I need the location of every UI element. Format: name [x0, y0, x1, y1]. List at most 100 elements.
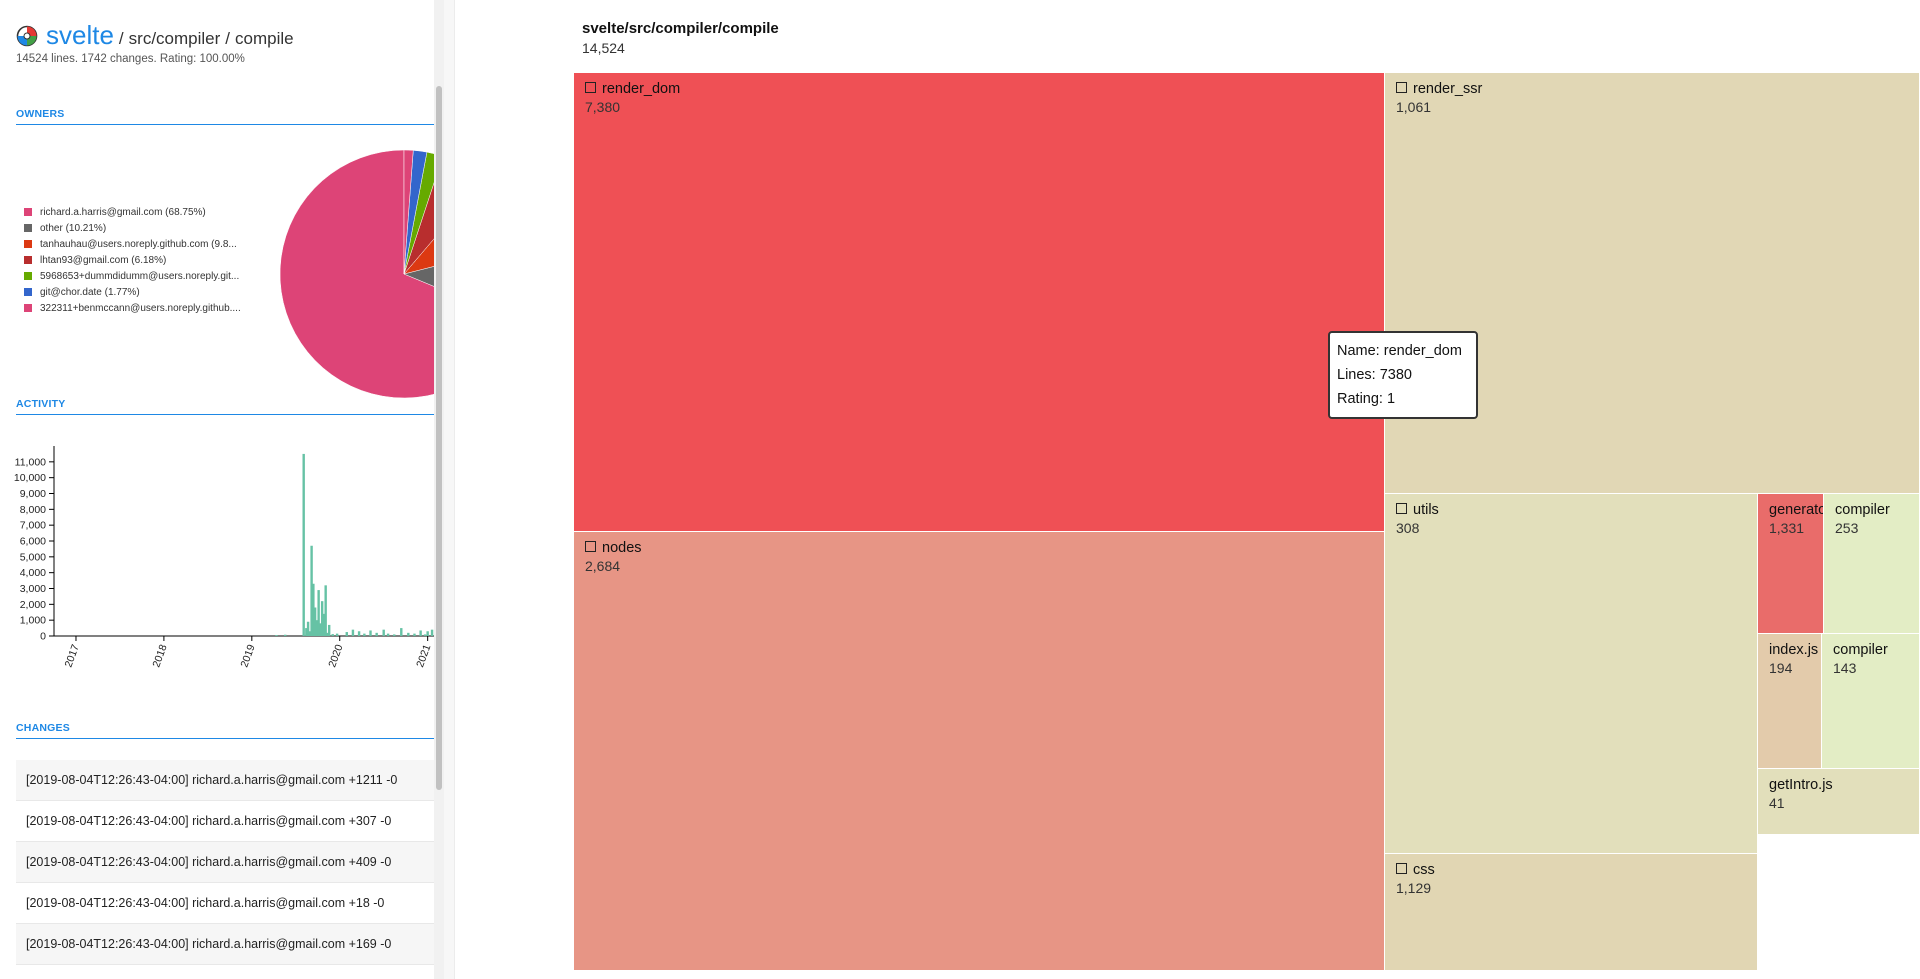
y-tick-label: 5,000	[20, 551, 46, 563]
changes-section-title: CHANGES	[16, 722, 434, 739]
cell-name: render_ssr	[1413, 81, 1483, 97]
legend-item: 5968653+dummdidumm@users.noreply.git...	[24, 268, 272, 284]
change-row[interactable]: [2019-08-04T12:26:43-04:00] richard.a.ha…	[16, 801, 434, 842]
legend-swatch	[24, 240, 32, 248]
treemap-cell-css[interactable]: css 1,129	[1385, 854, 1758, 971]
cell-name: compiler	[1833, 642, 1888, 658]
treemap-cell-index-js[interactable]: index.js 194	[1758, 634, 1822, 769]
cell-value: 253	[1835, 520, 1859, 536]
repo-summary: 14524 lines. 1742 changes. Rating: 100.0…	[16, 53, 245, 65]
activity-bar	[351, 629, 355, 636]
treemap-cell-compiler-2[interactable]: compiler 143	[1822, 634, 1920, 769]
y-tick-label: 2,000	[20, 599, 46, 611]
activity-bar	[357, 631, 361, 636]
y-tick-label: 8,000	[20, 504, 46, 516]
treemap-cell-generator[interactable]: generator 1,331	[1758, 494, 1824, 634]
activity-bar	[363, 633, 366, 636]
sidebar: svelte / src/compiler / compile 14524 li…	[0, 0, 435, 979]
legend-swatch	[24, 256, 32, 264]
activity-bar	[284, 634, 287, 636]
cell-value: 1,331	[1769, 520, 1805, 536]
cell-name: utils	[1413, 502, 1439, 518]
activity-bar	[382, 629, 385, 636]
cell-name: render_dom	[602, 81, 681, 97]
legend-label: 322311+benmccann@users.noreply.github...…	[40, 302, 241, 314]
panel-divider[interactable]	[444, 0, 455, 979]
activity-bar	[331, 634, 334, 636]
y-tick-label: 4,000	[20, 567, 46, 579]
activity-bar	[393, 634, 396, 636]
folder-icon	[1396, 503, 1407, 514]
treemap: render_dom 7,380 nodes 2,684 render_ssr …	[574, 73, 1920, 971]
cell-value: 41	[1769, 795, 1785, 811]
legend-swatch	[24, 208, 32, 216]
sidebar-scrollbar-thumb[interactable]	[436, 86, 442, 790]
change-row[interactable]: [2019-08-04T12:26:43-04:00] richard.a.ha…	[16, 842, 434, 883]
legend-swatch	[24, 288, 32, 296]
treemap-cell-render-dom[interactable]: render_dom 7,380	[574, 73, 1385, 532]
owners-legend: richard.a.harris@gmail.com (68.75%) other…	[24, 204, 272, 316]
activity-bar	[275, 635, 278, 636]
legend-label: richard.a.harris@gmail.com (68.75%)	[40, 206, 206, 218]
app-logo-icon	[16, 25, 38, 47]
breadcrumb-separator: /	[225, 29, 231, 48]
treemap-cell-utils[interactable]: utils 308	[1385, 494, 1758, 854]
sidebar-scrollbar[interactable]	[434, 0, 444, 979]
breadcrumb-separator: /	[118, 29, 124, 48]
folder-icon	[585, 82, 596, 93]
cell-name: getIntro.js	[1769, 777, 1833, 793]
activity-bar	[324, 585, 327, 636]
treemap-cell-render-ssr[interactable]: render_ssr 1,061	[1385, 73, 1920, 494]
cell-name: generator	[1769, 502, 1823, 518]
tooltip-lines: Lines: 7380	[1337, 367, 1412, 383]
treemap-header: svelte/src/compiler/compile 14,524	[582, 20, 779, 56]
folder-icon	[1396, 863, 1407, 874]
y-tick-label: 10,000	[14, 472, 46, 484]
treemap-cell-getintro-js[interactable]: getIntro.js 41	[1758, 769, 1920, 835]
legend-swatch	[24, 304, 32, 312]
activity-section-title: ACTIVITY	[16, 398, 434, 415]
cell-value: 1,129	[1396, 880, 1432, 896]
cell-value: 143	[1833, 660, 1857, 676]
treemap-tooltip: Name: render_dom Lines: 7380 Rating: 1	[1328, 331, 1478, 419]
cell-value: 2,684	[585, 558, 621, 574]
cell-name: compiler	[1835, 502, 1890, 518]
legend-swatch	[24, 272, 32, 280]
breadcrumb-path-2[interactable]: compile	[235, 29, 294, 49]
activity-bar	[327, 624, 331, 636]
x-tick-label: 2020	[326, 643, 345, 669]
changes-list: [2019-08-04T12:26:43-04:00] richard.a.ha…	[16, 760, 434, 979]
change-row[interactable]: [2019-08-04T12:26:43-04:00] richard.a.ha…	[16, 760, 434, 801]
cell-name: nodes	[602, 540, 642, 556]
cell-name: index.js	[1769, 642, 1819, 658]
legend-item: tanhauhau@users.noreply.github.com (9.8.…	[24, 236, 272, 252]
legend-label: git@chor.date (1.77%)	[40, 286, 140, 298]
treemap-cell-compiler[interactable]: compiler 253	[1824, 494, 1920, 634]
y-tick-label: 11,000	[15, 456, 46, 468]
change-row[interactable]: [2019-08-04T12:26:43-04:00] richard.a.ha…	[16, 883, 434, 924]
activity-bar	[423, 634, 427, 636]
activity-bar	[375, 632, 378, 636]
activity-bar	[426, 631, 429, 636]
change-row[interactable]: [2019-08-04T12:26:43-04:00] richard.a.ha…	[16, 965, 434, 979]
y-tick-label: 9,000	[20, 488, 46, 500]
activity-bar	[400, 628, 403, 636]
treemap-total-lines: 14,524	[582, 40, 625, 56]
legend-item: richard.a.harris@gmail.com (68.75%)	[24, 204, 272, 220]
activity-bar	[386, 633, 390, 636]
breadcrumb-path-1[interactable]: src/compiler	[129, 29, 221, 49]
y-tick-label: 7,000	[20, 520, 46, 532]
breadcrumb: svelte / src/compiler / compile	[16, 20, 294, 51]
activity-bar	[413, 633, 416, 636]
treemap-cell-nodes[interactable]: nodes 2,684	[574, 532, 1385, 971]
activity-bar	[335, 633, 339, 636]
change-row[interactable]: [2019-08-04T12:26:43-04:00] richard.a.ha…	[16, 924, 434, 965]
tooltip-name: Name: render_dom	[1337, 343, 1462, 359]
x-tick-label: 2021	[414, 643, 433, 669]
legend-swatch	[24, 224, 32, 232]
activity-bar-chart: 0 1,000 2,000 3,000 4,000 5,000 6,000 7,000 8,00…	[14, 446, 434, 669]
legend-item: 322311+benmccann@users.noreply.github...…	[24, 300, 272, 316]
legend-label: 5968653+dummdidumm@users.noreply.git...	[40, 270, 240, 282]
repo-link[interactable]: svelte	[46, 20, 114, 51]
cell-value: 308	[1396, 520, 1420, 536]
